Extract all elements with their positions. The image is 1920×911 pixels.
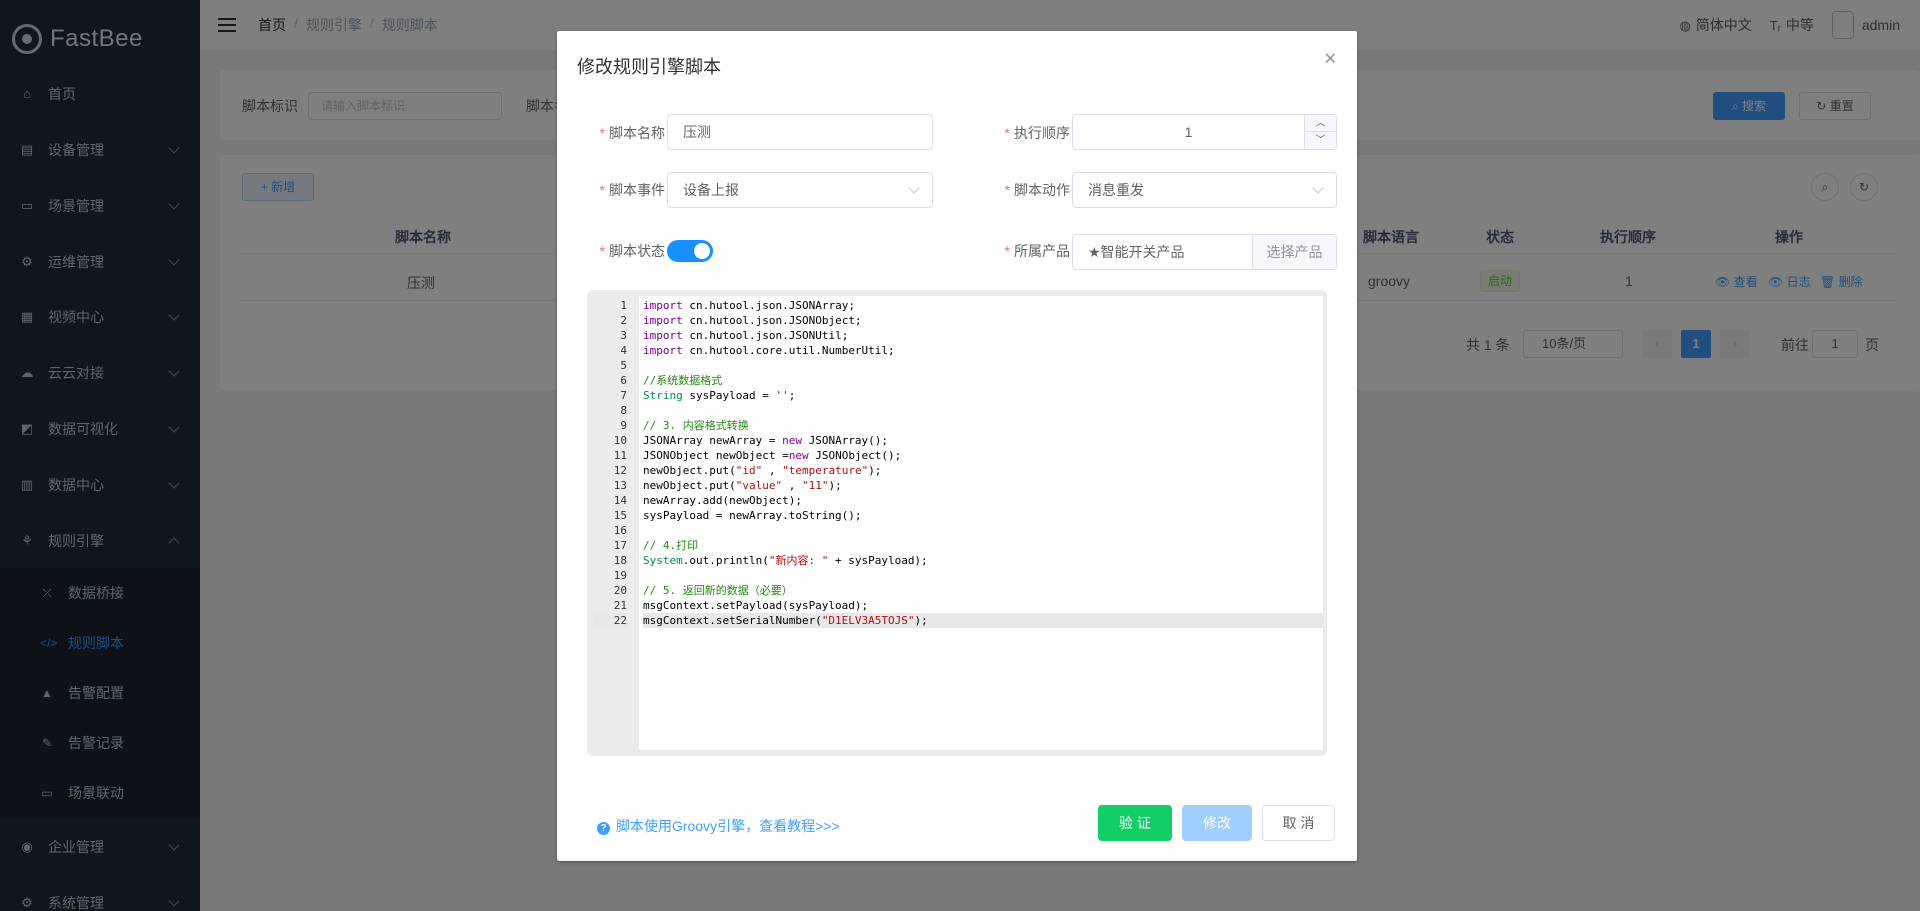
line-number: 11 xyxy=(613,449,627,462)
script-name-label: * 脚本名称 xyxy=(599,125,665,141)
code-line[interactable]: System.out.println("新内容: " + sysPayload)… xyxy=(643,553,1323,568)
line-number: 10 xyxy=(613,434,627,447)
chevron-down-icon xyxy=(1312,182,1324,194)
code-line[interactable]: //系统数据格式 xyxy=(643,373,1323,388)
exec-order-value: 1 xyxy=(1184,124,1193,140)
line-number: 18 xyxy=(613,554,627,567)
code-line[interactable]: sysPayload = newArray.toString(); xyxy=(643,508,1323,523)
verify-button[interactable]: 验 证 xyxy=(1098,805,1172,841)
line-number: 21 xyxy=(613,599,627,612)
code-area[interactable]: import cn.hutool.json.JSONArray; import c… xyxy=(639,296,1323,750)
code-line[interactable]: JSONArray newArray = new JSONArray(); xyxy=(643,433,1323,448)
code-line[interactable] xyxy=(643,358,1323,373)
exec-order-label-text: 执行顺序 xyxy=(1014,125,1070,141)
script-status-switch[interactable] xyxy=(667,240,713,262)
cancel-button[interactable]: 取 消 xyxy=(1262,805,1335,841)
line-number: 9 xyxy=(620,419,627,432)
code-line[interactable]: import cn.hutool.json.JSONObject; xyxy=(643,313,1323,328)
code-line[interactable]: import cn.hutool.json.JSONUtil; xyxy=(643,328,1323,343)
decrease-icon[interactable]: ﹀ xyxy=(1305,132,1336,149)
line-number: 19 xyxy=(613,569,627,582)
line-number: 1 xyxy=(620,299,627,312)
code-line[interactable]: import cn.hutool.core.util.NumberUtil; xyxy=(643,343,1323,358)
exec-order-input[interactable]: 1 ︿ ﹀ xyxy=(1072,114,1337,150)
code-line[interactable]: // 4.打印 xyxy=(643,538,1323,553)
line-number: 4 xyxy=(620,344,627,357)
code-line[interactable]: newArray.add(newObject); xyxy=(643,493,1323,508)
line-number: 15 xyxy=(613,509,627,522)
line-number: 6 xyxy=(620,374,627,387)
product-value: ★智能开关产品 xyxy=(1088,244,1185,260)
switch-knob xyxy=(694,243,710,259)
script-event-label: * 脚本事件 xyxy=(599,182,665,198)
script-event-label-text: 脚本事件 xyxy=(609,182,665,198)
help-link-text: 脚本使用Groovy引擎，查看教程>>> xyxy=(616,818,840,834)
code-line[interactable]: String sysPayload = ''; xyxy=(643,388,1323,403)
script-action-value: 消息重发 xyxy=(1088,182,1144,198)
product-input[interactable]: ★智能开关产品 选择产品 xyxy=(1072,234,1337,270)
script-name-label-text: 脚本名称 xyxy=(609,125,665,141)
script-action-label-text: 脚本动作 xyxy=(1014,182,1070,198)
edit-script-dialog: 修改规则引擎脚本 ✕ * 脚本名称 压测 * 执行顺序 1 ︿ ﹀ * 脚本事件 设备… xyxy=(557,31,1357,861)
line-number: 13 xyxy=(613,479,627,492)
line-number: 3 xyxy=(620,329,627,342)
close-icon[interactable]: ✕ xyxy=(1324,49,1337,69)
script-name-input[interactable]: 压测 xyxy=(667,114,933,150)
line-number: 7 xyxy=(620,389,627,402)
line-number: 8 xyxy=(620,404,627,417)
line-number: 12 xyxy=(613,464,627,477)
code-line[interactable]: // 5. 返回新的数据（必要） xyxy=(643,583,1323,598)
code-line[interactable]: JSONObject newObject =new JSONObject(); xyxy=(643,448,1323,463)
code-line[interactable] xyxy=(643,568,1323,583)
product-label-text: 所属产品 xyxy=(1014,243,1070,259)
exec-order-label: * 执行顺序 xyxy=(1004,125,1070,141)
line-number: 5 xyxy=(620,359,627,372)
code-line[interactable]: msgContext.setSerialNumber("D1ELV3A5TOJS… xyxy=(643,613,1323,628)
script-status-label: * 脚本状态 xyxy=(599,243,665,259)
line-number: 14 xyxy=(613,494,627,507)
line-number: 16 xyxy=(613,524,627,537)
modify-button[interactable]: 修改 xyxy=(1182,805,1252,841)
chevron-down-icon xyxy=(908,182,920,194)
code-line[interactable]: newObject.put("value" , "11"); xyxy=(643,478,1323,493)
code-line[interactable]: import cn.hutool.json.JSONArray; xyxy=(643,298,1323,313)
script-status-label-text: 脚本状态 xyxy=(609,243,665,259)
line-number: 22 xyxy=(593,613,627,628)
line-number: 2 xyxy=(620,314,627,327)
script-action-label: * 脚本动作 xyxy=(1004,182,1070,198)
question-icon: ? xyxy=(597,822,610,835)
code-line[interactable] xyxy=(643,523,1323,538)
code-line[interactable]: msgContext.setPayload(sysPayload); xyxy=(643,598,1323,613)
script-event-value: 设备上报 xyxy=(683,182,739,198)
code-line[interactable]: // 3. 内容格式转换 xyxy=(643,418,1323,433)
line-number-gutter: 1 2 3 4 5 6 7 8 9 10 11 12 13 14 15 16 17 18 19 20 21 22 xyxy=(593,296,639,750)
line-number: 20 xyxy=(613,584,627,597)
code-line[interactable]: newObject.put("id" , "temperature"); xyxy=(643,463,1323,478)
product-label: * 所属产品 xyxy=(1004,243,1070,259)
increase-icon[interactable]: ︿ xyxy=(1305,115,1336,132)
order-stepper[interactable]: ︿ ﹀ xyxy=(1304,115,1336,149)
select-product-button[interactable]: 选择产品 xyxy=(1252,235,1336,269)
dialog-title: 修改规则引擎脚本 xyxy=(577,57,721,77)
code-line[interactable] xyxy=(643,403,1323,418)
line-number: 17 xyxy=(613,539,627,552)
script-event-select[interactable]: 设备上报 xyxy=(667,172,933,208)
code-editor[interactable]: 1 2 3 4 5 6 7 8 9 10 11 12 13 14 15 16 17 18 19 20 21 22 impo… xyxy=(587,290,1327,756)
groovy-help-link[interactable]: ? 脚本使用Groovy引擎，查看教程>>> xyxy=(597,816,840,836)
script-action-select[interactable]: 消息重发 xyxy=(1072,172,1337,208)
